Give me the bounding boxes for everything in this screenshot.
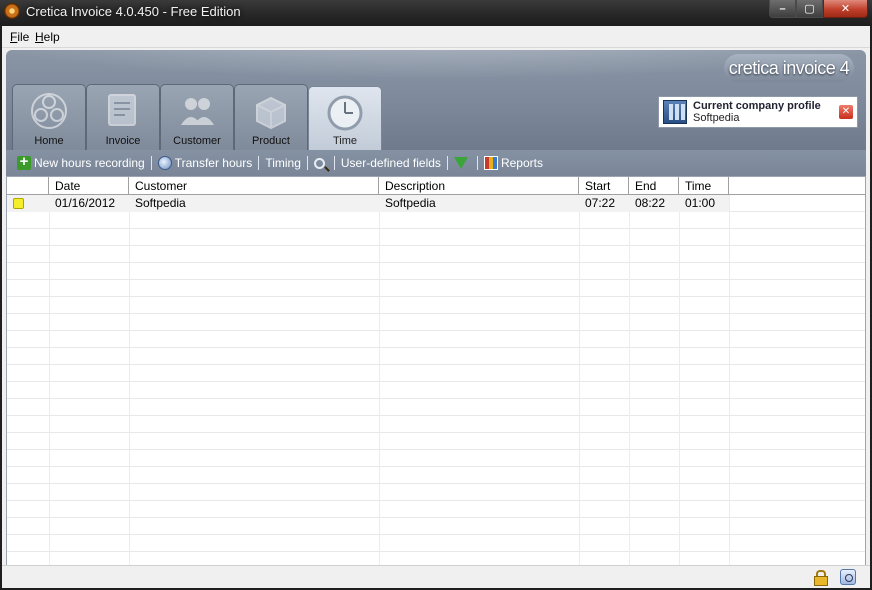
grid-header: Date Customer Description Start End Time bbox=[7, 177, 865, 195]
lock-icon[interactable] bbox=[814, 570, 828, 586]
profile-close-button[interactable]: ✕ bbox=[839, 105, 853, 119]
column-divider bbox=[129, 195, 130, 583]
window-title: Cretica Invoice 4.0.450 - Free Edition bbox=[26, 4, 241, 19]
tab-product-label: Product bbox=[252, 135, 290, 147]
customers-icon bbox=[181, 98, 214, 125]
cell-customer: Softpedia bbox=[135, 196, 186, 210]
clock-icon bbox=[327, 95, 363, 131]
menu-help-accel: H bbox=[35, 30, 44, 44]
tab-customer[interactable]: Customer bbox=[160, 84, 234, 150]
column-header-date[interactable]: Date bbox=[49, 177, 129, 195]
time-toolbar: New hours recording Transfer hours Timin… bbox=[6, 150, 866, 176]
user-defined-fields-button[interactable]: User-defined fields bbox=[338, 152, 444, 174]
new-hours-label: New hours recording bbox=[34, 156, 145, 170]
cell-end: 08:22 bbox=[635, 196, 666, 210]
cell-date: 01/16/2012 bbox=[55, 196, 116, 210]
reports-button[interactable]: Reports bbox=[481, 152, 546, 174]
toolbar-separator bbox=[306, 156, 308, 170]
invoice-icon bbox=[108, 94, 136, 126]
window-controls: – ▢ ✕ bbox=[769, 0, 868, 18]
profile-value: Softpedia bbox=[693, 112, 740, 124]
column-header-time[interactable]: Time bbox=[679, 177, 729, 195]
app-icon[interactable] bbox=[4, 3, 20, 19]
tab-home[interactable]: Home bbox=[12, 84, 86, 150]
row-status-marker bbox=[13, 198, 24, 209]
transfer-hours-label: Transfer hours bbox=[174, 156, 253, 170]
title-bar[interactable]: Cretica Invoice 4.0.450 - Free Edition –… bbox=[0, 0, 872, 26]
product-box-icon bbox=[256, 96, 286, 130]
search-button[interactable] bbox=[311, 152, 331, 174]
profile-title: Current company profile bbox=[693, 100, 821, 112]
tab-home-label: Home bbox=[34, 135, 64, 147]
tab-time[interactable]: Time bbox=[308, 86, 382, 150]
cell-start: 07:22 bbox=[585, 196, 616, 210]
brand-logo: cretica invoice 4 bbox=[724, 54, 854, 82]
building-icon bbox=[663, 100, 687, 124]
column-divider bbox=[679, 195, 680, 583]
tab-product[interactable]: Product bbox=[234, 84, 308, 150]
tab-time-label: Time bbox=[332, 135, 358, 147]
column-header-customer[interactable]: Customer bbox=[129, 177, 379, 195]
table-row[interactable]: 01/16/2012 Softpedia Softpedia 07:22 08:… bbox=[7, 195, 729, 212]
menu-file-rest: ile bbox=[17, 30, 30, 44]
maximize-button[interactable]: ▢ bbox=[796, 0, 823, 18]
tab-invoice-label: Invoice bbox=[105, 135, 141, 147]
tab-invoice[interactable]: Invoice bbox=[86, 84, 160, 150]
column-divider bbox=[729, 195, 730, 583]
status-bar bbox=[2, 565, 870, 588]
toolbar-separator bbox=[150, 156, 152, 170]
filter-button[interactable] bbox=[451, 152, 474, 174]
toolbar-separator bbox=[333, 156, 335, 170]
column-divider bbox=[49, 195, 50, 583]
toolbar-separator bbox=[446, 156, 448, 170]
transfer-icon bbox=[157, 156, 172, 170]
column-divider bbox=[629, 195, 630, 583]
cell-time: 01:00 bbox=[685, 196, 716, 210]
column-header-end[interactable]: End bbox=[629, 177, 679, 195]
menu-help[interactable]: Help bbox=[35, 30, 60, 44]
user-defined-fields-label: User-defined fields bbox=[340, 156, 441, 170]
column-divider bbox=[579, 195, 580, 583]
client-area: File Help cretica invoice 4 Home Invoice… bbox=[2, 26, 870, 588]
tab-customer-label: Customer bbox=[173, 135, 221, 147]
column-header-marker[interactable] bbox=[7, 177, 49, 195]
toolbar-separator bbox=[258, 156, 260, 170]
time-records-grid[interactable]: Date Customer Description Start End Time… bbox=[6, 176, 866, 584]
menu-file[interactable]: File bbox=[10, 30, 29, 44]
reports-label: Reports bbox=[500, 156, 543, 170]
menu-bar: File Help bbox=[2, 26, 870, 48]
menu-help-rest: elp bbox=[43, 30, 60, 44]
filter-icon bbox=[453, 157, 468, 169]
cell-description: Softpedia bbox=[385, 196, 436, 210]
minimize-button[interactable]: – bbox=[769, 0, 796, 18]
connection-icon[interactable] bbox=[840, 569, 856, 585]
timing-button[interactable]: Timing bbox=[262, 152, 304, 174]
search-icon bbox=[313, 157, 325, 169]
new-hours-button[interactable]: New hours recording bbox=[14, 152, 148, 174]
column-header-description[interactable]: Description bbox=[379, 177, 579, 195]
company-profile-panel: Current company profile Softpedia ✕ bbox=[658, 96, 858, 128]
report-icon bbox=[483, 156, 498, 170]
add-icon bbox=[17, 153, 31, 170]
transfer-hours-button[interactable]: Transfer hours bbox=[155, 152, 256, 174]
close-button[interactable]: ✕ bbox=[823, 0, 868, 18]
toolbar-separator bbox=[476, 156, 478, 170]
timing-label: Timing bbox=[265, 156, 301, 170]
column-divider bbox=[379, 195, 380, 583]
flower-icon bbox=[31, 93, 67, 129]
column-header-start[interactable]: Start bbox=[579, 177, 629, 195]
grid-body bbox=[7, 195, 865, 583]
